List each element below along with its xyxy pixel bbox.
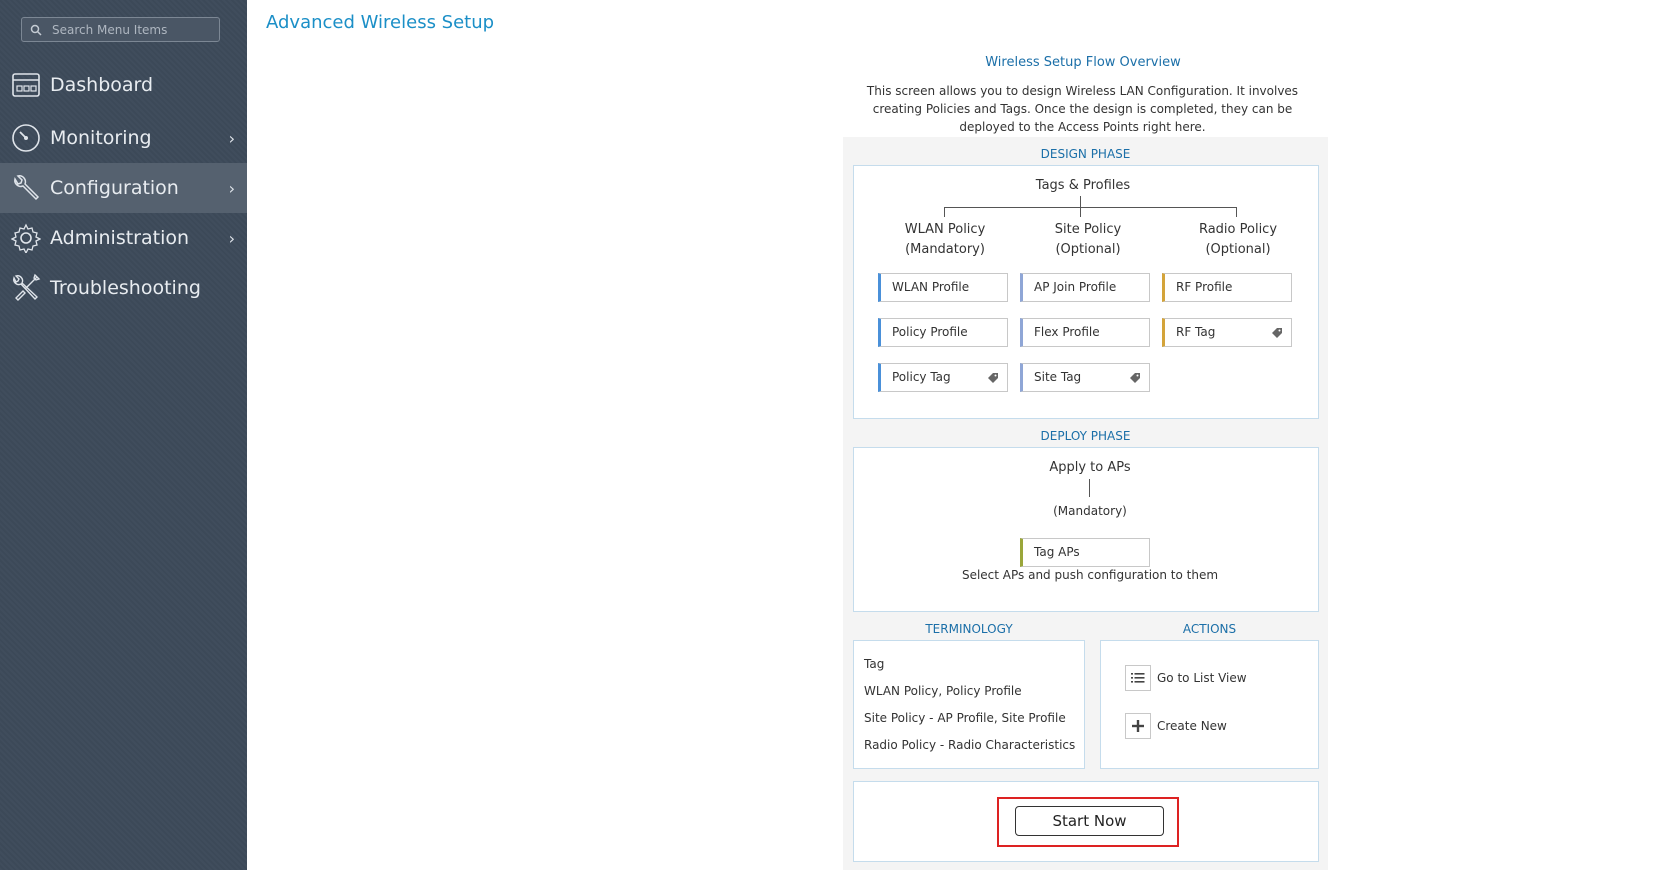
term-item: WLAN Policy, Policy Profile: [864, 684, 1022, 698]
site-policy-label: Site Policy: [1054, 222, 1122, 237]
sidebar-item-label: Monitoring: [50, 127, 152, 149]
terminology-box: Tag WLAN Policy, Policy Profile Site Pol…: [853, 640, 1085, 769]
ap-join-profile-label: AP Join Profile: [1034, 280, 1117, 294]
chevron-right-icon: ›: [228, 229, 235, 248]
rf-tag-button[interactable]: RF Tag: [1162, 318, 1292, 347]
sidebar-item-monitoring[interactable]: Monitoring ›: [0, 113, 247, 163]
term-item: Site Policy - AP Profile, Site Profile: [864, 711, 1066, 725]
tree-connector: [1080, 207, 1081, 217]
flex-profile-label: Flex Profile: [1034, 325, 1100, 339]
apply-to-aps-label: Apply to APs: [1049, 460, 1131, 475]
sidebar-item-label: Administration: [50, 227, 190, 249]
sidebar-item-label: Troubleshooting: [50, 277, 201, 299]
flex-profile-button[interactable]: Flex Profile: [1020, 318, 1150, 347]
create-new-label: Create New: [1157, 719, 1227, 733]
tree-connector: [1089, 479, 1090, 497]
term-item: Radio Policy - Radio Characteristics: [864, 738, 1076, 752]
overview-description: This screen allows you to design Wireles…: [866, 84, 1299, 134]
policy-tag-label: Policy Tag: [892, 370, 951, 384]
actions-box: Go to List View Create New: [1100, 640, 1319, 769]
gauge-icon: [10, 122, 42, 154]
tag-icon: [1272, 328, 1282, 338]
sidebar-item-label: Dashboard: [50, 74, 154, 96]
policy-profile-button[interactable]: Policy Profile: [878, 318, 1008, 347]
wlan-policy-label: WLAN Policy: [904, 222, 986, 237]
tags-profiles-label: Tags & Profiles: [1035, 178, 1131, 193]
sidebar-item-dashboard[interactable]: Dashboard: [0, 60, 247, 110]
tag-icon: [988, 373, 998, 383]
deploy-phase-label: DEPLOY PHASE: [1040, 429, 1131, 443]
page-title: Advanced Wireless Setup: [266, 12, 495, 33]
search-input[interactable]: [50, 21, 219, 38]
site-tag-button[interactable]: Site Tag: [1020, 363, 1150, 392]
radio-policy-note: (Optional): [1205, 242, 1271, 257]
deploy-description: Select APs and push configuration to the…: [961, 568, 1219, 582]
sidebar-item-troubleshooting[interactable]: Troubleshooting: [0, 263, 247, 313]
tree-connector: [944, 207, 945, 217]
chevron-right-icon: ›: [228, 179, 235, 198]
wlan-profile-button[interactable]: WLAN Profile: [878, 273, 1008, 302]
tag-aps-label: Tag APs: [1034, 545, 1080, 559]
radio-policy-label: Radio Policy: [1198, 222, 1278, 237]
search-box[interactable]: [21, 17, 220, 42]
site-policy-heading: Site Policy (Optional): [1018, 220, 1158, 260]
rf-profile-label: RF Profile: [1176, 280, 1233, 294]
tools-icon: [10, 272, 42, 304]
rf-profile-button[interactable]: RF Profile: [1162, 273, 1292, 302]
apply-mandatory-note: (Mandatory): [1053, 504, 1127, 518]
terminology-label: TERMINOLOGY: [925, 622, 1013, 636]
design-phase-label: DESIGN PHASE: [1040, 147, 1131, 161]
tag-aps-button[interactable]: Tag APs: [1020, 538, 1150, 567]
sidebar-item-configuration[interactable]: Configuration ›: [0, 163, 247, 213]
radio-policy-heading: Radio Policy (Optional): [1168, 220, 1308, 260]
rf-tag-label: RF Tag: [1176, 325, 1216, 339]
chevron-right-icon: ›: [228, 129, 235, 148]
policy-tag-button[interactable]: Policy Tag: [878, 363, 1008, 392]
overview-title: Wireless Setup Flow Overview: [985, 55, 1181, 70]
go-to-list-view-label: Go to List View: [1157, 671, 1247, 685]
policy-profile-label: Policy Profile: [892, 325, 968, 339]
sidebar-item-administration[interactable]: Administration ›: [0, 213, 247, 263]
search-icon: [30, 21, 48, 39]
tree-connector: [944, 207, 1237, 208]
site-policy-note: (Optional): [1055, 242, 1121, 257]
plus-icon: [1125, 713, 1151, 739]
site-tag-label: Site Tag: [1034, 370, 1082, 384]
ap-join-profile-button[interactable]: AP Join Profile: [1020, 273, 1150, 302]
term-item: Tag: [864, 657, 885, 671]
gear-icon: [10, 222, 42, 254]
dashboard-icon: [10, 69, 42, 101]
wrench-icon: [10, 172, 42, 204]
start-now-button[interactable]: Start Now: [1015, 806, 1164, 836]
tree-connector: [1236, 207, 1237, 217]
create-new-action[interactable]: Create New: [1125, 713, 1227, 739]
sidebar: Dashboard Monitoring › Configuration › A…: [0, 0, 247, 870]
wlan-profile-label: WLAN Profile: [892, 280, 970, 294]
go-to-list-view-action[interactable]: Go to List View: [1125, 665, 1247, 691]
wlan-policy-heading: WLAN Policy (Mandatory): [875, 220, 1015, 260]
list-icon: [1125, 665, 1151, 691]
wlan-policy-note: (Mandatory): [905, 242, 985, 257]
sidebar-item-label: Configuration: [50, 177, 179, 199]
tag-icon: [1130, 373, 1140, 383]
actions-label: ACTIONS: [1182, 622, 1237, 636]
